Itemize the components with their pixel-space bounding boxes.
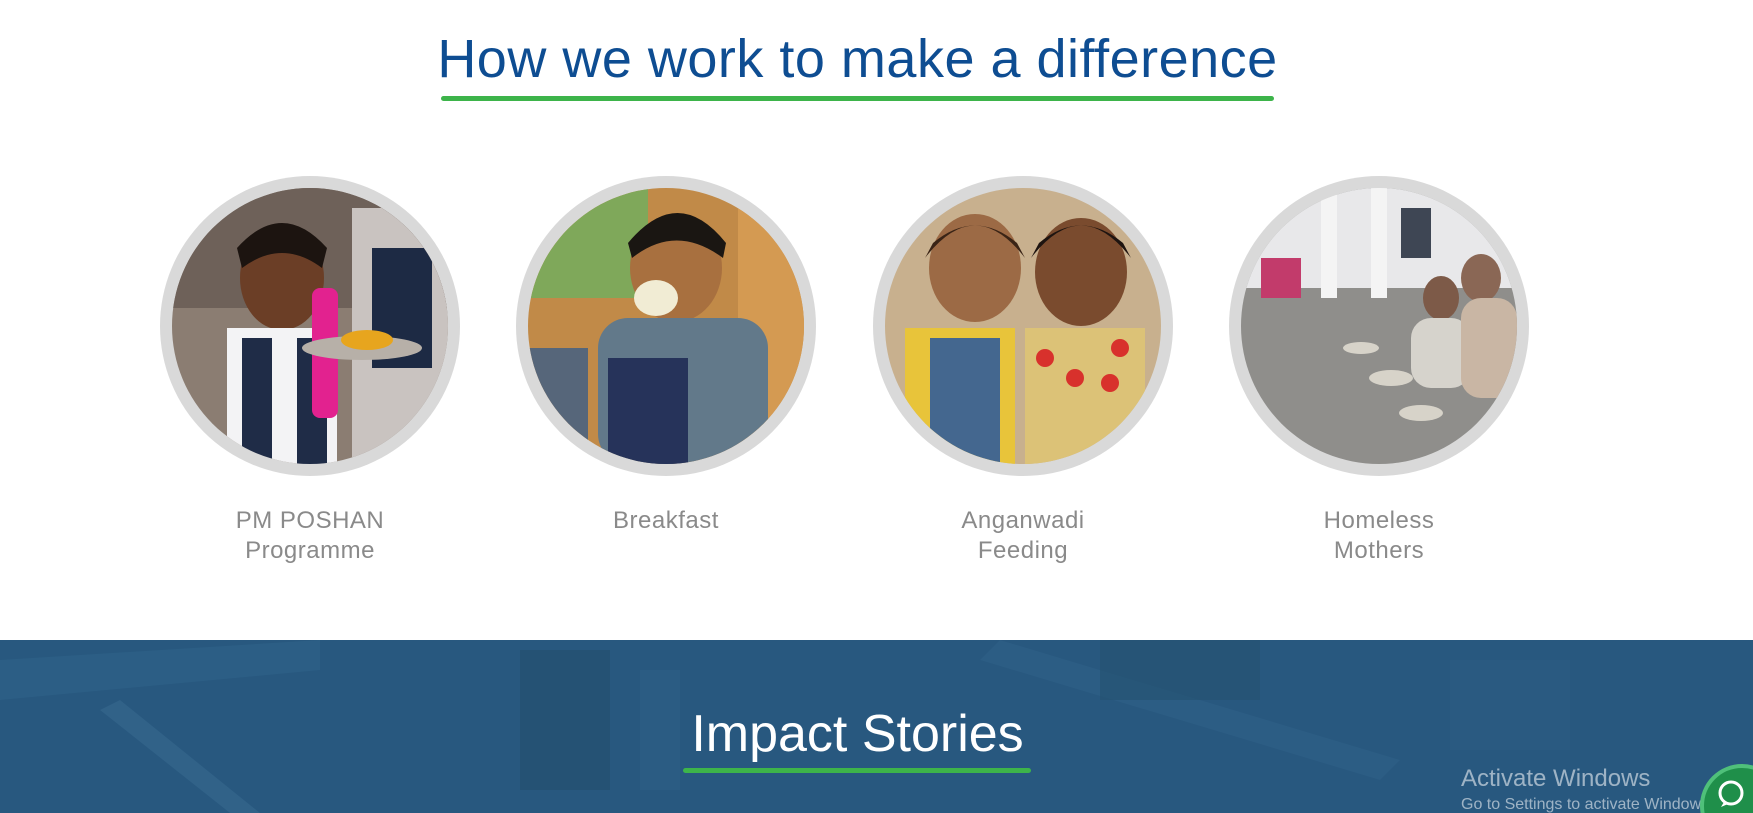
photo-boy-eating <box>528 188 804 464</box>
program-label-line1: Homeless <box>1323 507 1435 534</box>
program-label-line1: Breakfast <box>613 507 719 534</box>
photo-elderly-women-eating <box>1241 188 1517 464</box>
program-label-anganwadi[interactable]: Anganwadi Feeding <box>843 506 1203 566</box>
program-label-line2: Programme <box>245 537 375 564</box>
program-label-line2: Mothers <box>1333 537 1425 564</box>
section-title: How we work to make a difference <box>437 29 1278 89</box>
program-photo-anganwadi <box>885 188 1161 464</box>
program-image-frame[interactable] <box>873 176 1173 476</box>
program-label-homeless-mothers[interactable]: Homeless Mothers <box>1199 506 1559 566</box>
chat-icon <box>1718 780 1744 807</box>
page: How we work to make a difference PM POSH… <box>0 0 1753 813</box>
program-label-breakfast[interactable]: Breakfast <box>486 506 846 536</box>
program-photo-pm-poshan <box>172 188 448 464</box>
photo-school-girl-with-meal <box>172 188 448 464</box>
windows-activation-watermark: Activate Windows Go to Settings to activ… <box>1461 764 1714 813</box>
photo-two-smiling-girls <box>885 188 1161 464</box>
activate-windows-subtitle: Go to Settings to activate Windows. <box>1461 796 1714 813</box>
program-photo-breakfast <box>528 188 804 464</box>
program-label-pm-poshan[interactable]: PM POSHAN Programme <box>130 506 490 566</box>
program-image-frame[interactable] <box>160 176 460 476</box>
heading-wrap: How we work to make a difference <box>0 24 1715 94</box>
program-label-line2: Feeding <box>977 537 1069 564</box>
program-image-frame[interactable] <box>1229 176 1529 476</box>
impact-stories-title: Impact Stories <box>691 705 1024 763</box>
title-underline <box>441 96 1274 101</box>
impact-title-underline <box>683 768 1031 773</box>
program-image-frame[interactable] <box>516 176 816 476</box>
program-photo-homeless-mothers <box>1241 188 1517 464</box>
activate-windows-title: Activate Windows <box>1461 765 1651 792</box>
how-we-work-section: How we work to make a difference PM POSH… <box>0 0 1753 640</box>
program-label-line1: PM POSHAN <box>235 507 385 534</box>
program-label-line1: Anganwadi <box>961 507 1085 534</box>
impact-stories-section: Impact Stories Activate Windows Go to Se… <box>0 640 1753 813</box>
